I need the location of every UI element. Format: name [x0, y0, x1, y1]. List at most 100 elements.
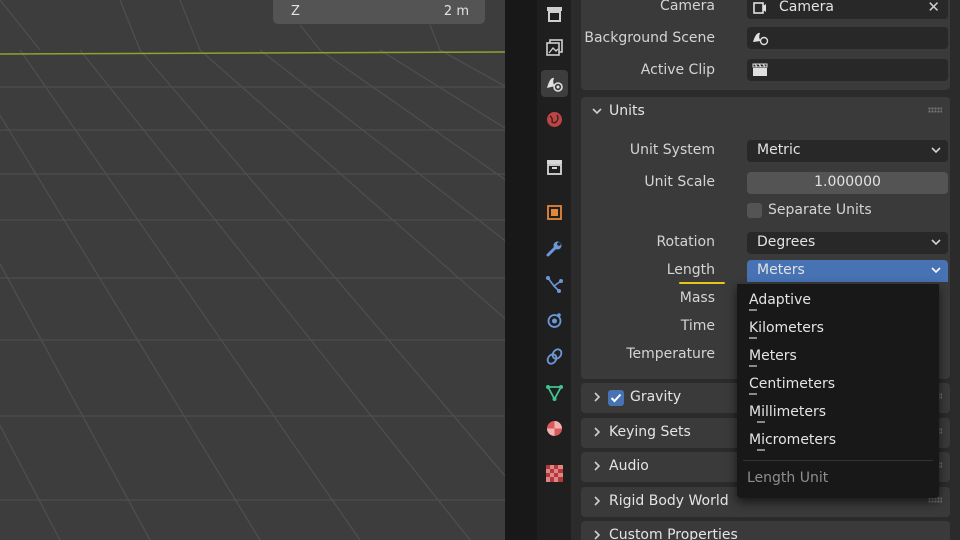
- menu-item-centimeters[interactable]: Centimeters: [749, 376, 836, 395]
- render-output-icon: [547, 7, 562, 22]
- mnemonic-underline: [749, 337, 757, 339]
- tab-render-output[interactable]: [541, 0, 568, 27]
- axis-value: 2 m: [443, 4, 469, 19]
- panel-drag-handle[interactable]: [928, 107, 942, 113]
- separate-units-checkbox[interactable]: [747, 203, 762, 218]
- 3d-viewport[interactable]: Z 2 m: [0, 0, 505, 540]
- tab-collection[interactable]: [541, 153, 568, 180]
- active-clip-label: Active Clip: [640, 62, 715, 78]
- menu-item-label: Kilometers: [749, 320, 824, 336]
- tab-constraints[interactable]: [541, 343, 568, 370]
- length-unit-menu: Adaptive Kilometers Meters Centimeters M…: [737, 284, 939, 498]
- scene-panel: Camera Camera ✕ Background Scene Active …: [581, 0, 950, 90]
- tab-object-data[interactable]: [541, 379, 568, 406]
- area-divider[interactable]: [505, 0, 537, 540]
- scene-icon: [547, 77, 563, 92]
- keying-sets-title: Keying Sets: [609, 424, 691, 440]
- movie-clip-icon: [752, 63, 768, 81]
- unit-scale-value: 1.000000: [814, 174, 881, 190]
- camera-icon: [753, 1, 767, 15]
- tab-view-layer[interactable]: [541, 34, 568, 61]
- mnemonic-underline: [749, 309, 757, 311]
- menu-item-label: Meters: [749, 348, 797, 364]
- camera-value: Camera: [779, 0, 834, 15]
- audio-title: Audio: [609, 458, 649, 474]
- separate-units-label[interactable]: Separate Units: [768, 202, 872, 218]
- custom-properties-panel[interactable]: Custom Properties: [581, 521, 950, 540]
- chevron-right-icon: [591, 460, 603, 476]
- menu-item-label: Adaptive: [749, 292, 811, 308]
- temperature-label: Temperature: [626, 346, 715, 362]
- camera-field[interactable]: Camera ✕: [747, 0, 948, 19]
- chevron-right-icon: [591, 391, 603, 407]
- modifier-wrench-icon: [546, 241, 562, 257]
- length-value: Meters: [757, 262, 805, 278]
- gravity-checkbox[interactable]: [608, 390, 624, 406]
- material-icon: [547, 421, 562, 436]
- mnemonic-underline: [749, 365, 757, 367]
- units-panel-title[interactable]: Units: [609, 103, 645, 119]
- mnemonic-underline: [757, 449, 765, 451]
- collapse-chevron-icon[interactable]: [591, 105, 603, 121]
- viewport-floor-grid: [0, 0, 505, 540]
- world-icon: [547, 112, 562, 127]
- tab-modifiers[interactable]: [541, 235, 568, 262]
- axis-label: Z: [291, 4, 300, 19]
- menu-item-millimeters[interactable]: Millimeters: [749, 404, 827, 423]
- gravity-title: Gravity: [630, 389, 682, 405]
- scene-icon: [752, 30, 770, 50]
- properties-tab-bar: [537, 0, 571, 540]
- chevron-right-icon: [591, 426, 603, 442]
- menu-item-label: Centimeters: [749, 376, 836, 392]
- checkmark-icon: [610, 393, 622, 403]
- unit-scale-label: Unit Scale: [644, 174, 715, 190]
- menu-separator: [743, 460, 933, 461]
- length-highlight-underline: [679, 282, 725, 284]
- menu-item-label: Micrometers: [749, 432, 837, 448]
- particles-icon: [546, 276, 563, 293]
- length-label: Length: [666, 262, 715, 278]
- clear-camera-icon[interactable]: ✕: [927, 0, 940, 16]
- tab-physics[interactable]: [541, 307, 568, 334]
- rotation-label: Rotation: [656, 234, 715, 250]
- unit-system-label: Unit System: [629, 142, 715, 158]
- tab-scene[interactable]: [541, 70, 568, 97]
- tab-object[interactable]: [541, 199, 568, 226]
- custom-properties-title: Custom Properties: [609, 527, 738, 540]
- menu-item-label: Millimeters: [749, 404, 827, 420]
- menu-item-meters[interactable]: Meters: [749, 348, 797, 367]
- object-data-icon: [546, 385, 563, 401]
- texture-icon: [546, 465, 563, 482]
- chevron-right-icon: [591, 495, 603, 511]
- mnemonic-underline: [757, 421, 765, 423]
- unit-scale-field[interactable]: 1.000000: [747, 172, 948, 194]
- rotation-value: Degrees: [757, 234, 816, 250]
- chevron-right-icon: [591, 529, 603, 540]
- active-clip-field[interactable]: [747, 59, 948, 81]
- background-scene-field[interactable]: [747, 27, 948, 49]
- camera-label: Camera: [660, 0, 715, 14]
- unit-system-value: Metric: [757, 142, 801, 158]
- mnemonic-underline: [749, 393, 757, 395]
- rigid-body-world-title: Rigid Body World: [609, 493, 729, 509]
- collection-icon: [547, 160, 562, 175]
- tab-particles[interactable]: [541, 271, 568, 298]
- unit-system-dropdown[interactable]: Metric: [747, 140, 948, 162]
- menu-title: Length Unit: [747, 470, 829, 486]
- rotation-dropdown[interactable]: Degrees: [747, 232, 948, 254]
- menu-item-kilometers[interactable]: Kilometers: [749, 320, 824, 339]
- chevron-down-icon: [930, 234, 942, 254]
- tab-texture[interactable]: [541, 460, 568, 487]
- tab-world[interactable]: [541, 106, 568, 133]
- length-dropdown[interactable]: Meters: [747, 260, 948, 282]
- mass-label: Mass: [679, 290, 715, 306]
- view-layer-icon: [546, 39, 563, 56]
- menu-item-adaptive[interactable]: Adaptive: [749, 292, 811, 311]
- constraints-icon: [546, 348, 563, 365]
- tab-material[interactable]: [541, 415, 568, 442]
- navigation-z-field[interactable]: Z 2 m: [273, 0, 485, 24]
- chevron-down-icon: [930, 262, 942, 282]
- menu-item-micrometers[interactable]: Micrometers: [749, 432, 837, 451]
- object-icon: [547, 205, 562, 220]
- physics-icon: [547, 313, 562, 328]
